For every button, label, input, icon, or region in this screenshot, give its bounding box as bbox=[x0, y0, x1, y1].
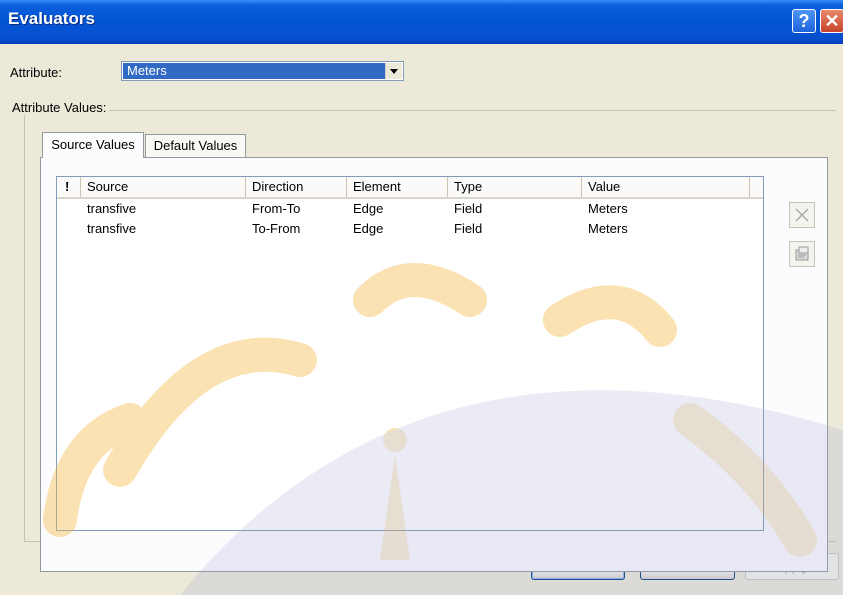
evaluators-dialog: Evaluators ? ✕ Attribute: Meters Attribu… bbox=[0, 0, 843, 595]
attribute-values-legend: Attribute Values: bbox=[9, 100, 110, 115]
row-flag bbox=[57, 199, 81, 219]
table-header: ! Source Direction Element Type Value bbox=[57, 177, 763, 199]
row-direction: To-From bbox=[252, 221, 301, 236]
row-type: Field bbox=[454, 201, 483, 216]
properties-icon bbox=[795, 246, 809, 261]
column-header-value[interactable]: Value bbox=[582, 177, 750, 197]
column-header-type[interactable]: Type bbox=[448, 177, 582, 197]
column-header-filler bbox=[750, 177, 763, 197]
table-row[interactable]: transfive From-To Edge Field Meters bbox=[57, 199, 763, 219]
row-type: Field bbox=[454, 221, 483, 236]
delete-x-icon bbox=[795, 208, 809, 222]
row-element: Edge bbox=[353, 221, 384, 236]
window-title: Evaluators bbox=[8, 9, 95, 28]
chevron-down-icon[interactable] bbox=[385, 63, 402, 79]
dialog-body: Attribute: Meters Attribute Values: Sour… bbox=[0, 44, 843, 595]
row-value: Meters bbox=[588, 201, 628, 216]
row-value: Meters bbox=[588, 221, 628, 236]
close-button[interactable]: ✕ bbox=[820, 9, 843, 33]
row-direction: From-To bbox=[252, 201, 301, 216]
evaluators-table[interactable]: ! Source Direction Element Type Value tr… bbox=[56, 176, 764, 531]
column-header-direction[interactable]: Direction bbox=[246, 177, 347, 197]
help-button[interactable]: ? bbox=[792, 9, 816, 33]
row-element: Edge bbox=[353, 201, 384, 216]
remove-evaluator-button[interactable] bbox=[789, 202, 815, 228]
column-header-source[interactable]: Source bbox=[81, 177, 246, 197]
column-header-element[interactable]: Element bbox=[347, 177, 448, 197]
source-values-panel: ! Source Direction Element Type Value tr… bbox=[40, 157, 828, 572]
title-bar[interactable]: Evaluators ? ✕ bbox=[0, 0, 843, 44]
row-source: transfive bbox=[87, 201, 137, 216]
attribute-select-value: Meters bbox=[123, 63, 385, 79]
tab-default-values[interactable]: Default Values bbox=[145, 134, 246, 158]
row-flag bbox=[57, 219, 81, 239]
row-source: transfive bbox=[87, 221, 137, 236]
attribute-label: Attribute: bbox=[10, 65, 63, 80]
tab-source-values[interactable]: Source Values bbox=[42, 132, 144, 158]
column-header-flag[interactable]: ! bbox=[57, 177, 81, 197]
table-row[interactable]: transfive To-From Edge Field Meters bbox=[57, 219, 763, 239]
attribute-select[interactable]: Meters bbox=[121, 61, 404, 81]
evaluator-properties-button[interactable] bbox=[789, 241, 815, 267]
